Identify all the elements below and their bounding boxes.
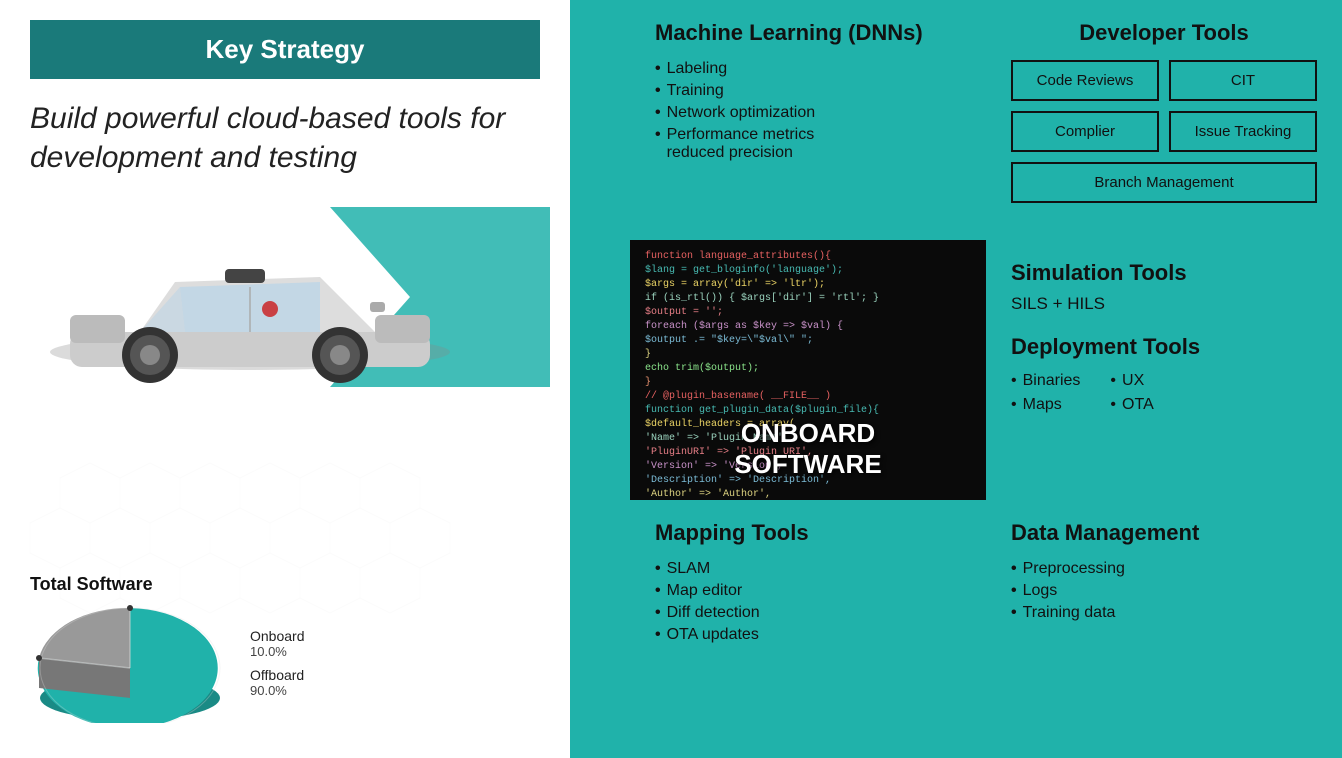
ml-item-perf: Performance metricsreduced precision — [655, 124, 961, 164]
onboard-pct: 10.0% — [250, 644, 304, 659]
code-reviews-button[interactable]: Code Reviews — [1011, 60, 1159, 101]
teal-connector — [570, 0, 630, 758]
sim-deploy-section: Simulation Tools SILS + HILS Deployment … — [986, 240, 1342, 500]
simulation-subtitle: SILS + HILS — [1011, 294, 1317, 314]
mapping-section: Mapping Tools SLAM Map editor Diff detec… — [630, 500, 986, 740]
deployment-col2: UX OTA — [1110, 372, 1153, 414]
key-strategy-subtitle: Build powerful cloud-based tools for dev… — [30, 99, 540, 177]
mapping-ota: OTA updates — [655, 624, 961, 646]
mapping-title: Mapping Tools — [655, 520, 961, 546]
pie-legend: Onboard 10.0% Offboard 90.0% — [250, 628, 304, 698]
onboard-legend: Onboard 10.0% — [250, 628, 304, 659]
offboard-pct: 90.0% — [250, 683, 304, 698]
ml-item-network: Network optimization — [655, 102, 961, 124]
mapping-slam: SLAM — [655, 558, 961, 580]
deployment-maps: Maps — [1011, 396, 1080, 414]
ml-section: Machine Learning (DNNs) Labeling Trainin… — [630, 0, 986, 240]
deployment-ux: UX — [1110, 372, 1153, 390]
devtools-title: Developer Tools — [1011, 20, 1317, 46]
cit-button[interactable]: CIT — [1169, 60, 1317, 101]
datamgmt-logs: Logs — [1011, 580, 1317, 602]
deployment-col1: Binaries Maps — [1011, 372, 1080, 414]
pie-chart-section: Total Software — [30, 427, 540, 738]
ml-item-training: Training — [655, 80, 961, 102]
offboard-legend: Offboard 90.0% — [250, 667, 304, 698]
left-panel: Key Strategy Build powerful cloud-based … — [0, 0, 570, 758]
deployment-cols: Binaries Maps UX OTA — [1011, 372, 1317, 414]
deployment-section: Deployment Tools Binaries Maps UX OTA — [1011, 334, 1317, 414]
ml-item-labeling: Labeling — [655, 58, 961, 80]
onboard-label: Onboard — [250, 628, 304, 644]
datamgmt-section: Data Management Preprocessing Logs Train… — [986, 500, 1342, 740]
datamgmt-title: Data Management — [1011, 520, 1317, 546]
complier-button[interactable]: Complier — [1011, 111, 1159, 152]
pie-chart — [30, 603, 230, 723]
onboard-code-bg: function language_attributes(){ $lang = … — [630, 240, 986, 500]
deployment-ota: OTA — [1110, 396, 1153, 414]
main-container: Key Strategy Build powerful cloud-based … — [0, 0, 1342, 758]
ml-title: Machine Learning (DNNs) — [655, 20, 961, 46]
devtools-section: Developer Tools Code Reviews CIT Complie… — [986, 0, 1342, 240]
simulation-section: Simulation Tools SILS + HILS — [1011, 260, 1317, 314]
car-image-area — [30, 197, 540, 417]
onboard-label-line1: ONBOARD — [630, 418, 986, 449]
mapping-list: SLAM Map editor Diff detection OTA updat… — [655, 558, 961, 646]
key-strategy-banner: Key Strategy — [30, 20, 540, 79]
offboard-label: Offboard — [250, 667, 304, 683]
onboard-label-overlay: ONBOARD SOFTWARE — [630, 418, 986, 480]
datamgmt-training: Training data — [1011, 602, 1317, 624]
datamgmt-list: Preprocessing Logs Training data — [1011, 558, 1317, 624]
ml-list: Labeling Training Network optimization P… — [655, 58, 961, 164]
devtools-grid: Code Reviews CIT Complier Issue Tracking… — [1011, 60, 1317, 203]
mapping-diff: Diff detection — [655, 602, 961, 624]
issue-tracking-button[interactable]: Issue Tracking — [1169, 111, 1317, 152]
pie-chart-svg — [30, 603, 230, 723]
mapping-editor: Map editor — [655, 580, 961, 602]
simulation-title: Simulation Tools — [1011, 260, 1317, 286]
pie-chart-title: Total Software — [30, 574, 540, 595]
deployment-binaries: Binaries — [1011, 372, 1080, 390]
onboard-label-line2: SOFTWARE — [630, 449, 986, 480]
right-panel: Machine Learning (DNNs) Labeling Trainin… — [630, 0, 1342, 758]
onboard-section: function language_attributes(){ $lang = … — [630, 240, 986, 500]
car-illustration — [30, 197, 550, 397]
datamgmt-preprocessing: Preprocessing — [1011, 558, 1317, 580]
branch-management-button[interactable]: Branch Management — [1011, 162, 1317, 203]
deployment-title: Deployment Tools — [1011, 334, 1317, 360]
